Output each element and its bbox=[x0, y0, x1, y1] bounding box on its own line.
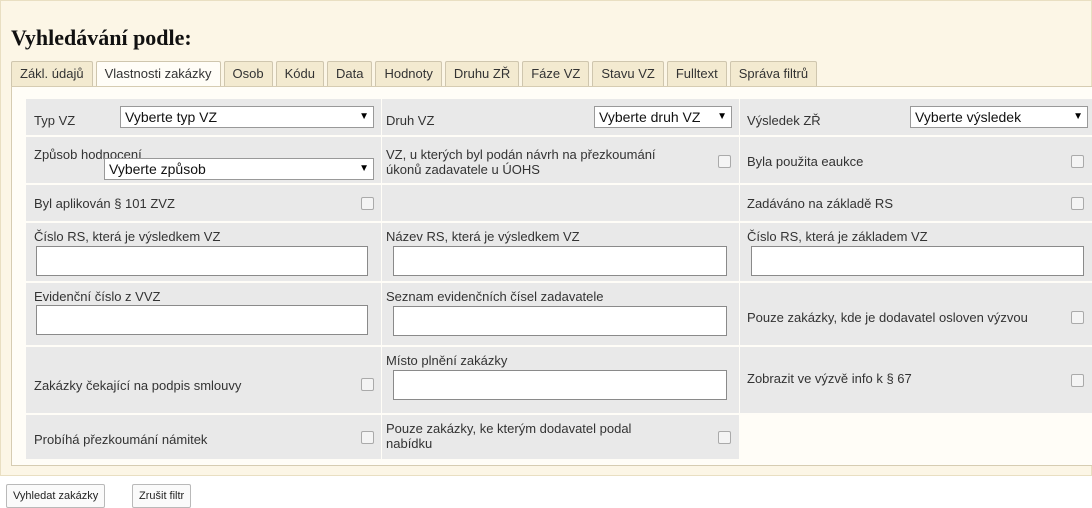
eaukce-label: Byla použita eaukce bbox=[747, 154, 864, 169]
cekajici-podpis-label: Zakázky čekající na podpis smlouvy bbox=[34, 378, 242, 393]
cislo-rs-vysledek-input[interactable] bbox=[36, 246, 368, 276]
osloven-vyzvou-checkbox[interactable] bbox=[1071, 311, 1084, 324]
chevron-down-icon: ▼ bbox=[717, 111, 727, 122]
misto-plneni-label: Místo plnění zakázky bbox=[386, 353, 508, 368]
zpusob-hodnoceni-select[interactable]: Vyberte způsob ▼ bbox=[104, 158, 374, 180]
tab-hodnoty[interactable]: Hodnoty bbox=[375, 61, 442, 87]
cekajici-podpis-checkbox[interactable] bbox=[361, 378, 374, 391]
typ-vz-label: Typ VZ bbox=[34, 113, 76, 128]
typ-vz-select[interactable]: Vyberte typ VZ ▼ bbox=[120, 106, 374, 128]
cislo-rs-zaklad-label: Číslo RS, která je základem VZ bbox=[747, 229, 928, 244]
prezkoumani-namitek-cell: Probíhá přezkoumání námitek bbox=[26, 415, 381, 459]
seznam-cisel-label: Seznam evidenčních čísel zadavatele bbox=[386, 289, 604, 304]
par101-checkbox[interactable] bbox=[361, 197, 374, 210]
druh-vz-cell: Druh VZ Vyberte druh VZ ▼ bbox=[382, 99, 739, 135]
cislo-rs-vysledek-label: Číslo RS, která je výsledkem VZ bbox=[34, 229, 221, 244]
cislo-rs-zaklad-cell: Číslo RS, která je základem VZ bbox=[740, 223, 1092, 281]
page-title: Vyhledávání podle: bbox=[11, 25, 192, 50]
seznam-cisel-input[interactable] bbox=[393, 306, 727, 336]
evidencni-cislo-input[interactable] bbox=[36, 305, 368, 335]
podal-nabidku-label: Pouze zakázky, ke kterým dodavatel podal… bbox=[386, 421, 632, 451]
tab-kodu[interactable]: Kódu bbox=[275, 61, 324, 87]
filter-tabs: Zákl. údajů Vlastnosti zakázky Osob Kódu… bbox=[11, 61, 818, 88]
empty-cell bbox=[382, 185, 739, 221]
search-form-container: Vyhledávání podle: Zákl. údajů Vlastnost… bbox=[0, 0, 1092, 476]
chevron-down-icon: ▼ bbox=[359, 163, 369, 174]
evidencni-cislo-cell: Evidenční číslo z VVZ bbox=[26, 283, 381, 345]
tab-druhu-zr[interactable]: Druhu ZŘ bbox=[444, 61, 520, 87]
info-67-label: Zobrazit ve výzvě info k § 67 bbox=[747, 371, 912, 386]
evidencni-cislo-label: Evidenční číslo z VVZ bbox=[34, 289, 161, 304]
chevron-down-icon: ▼ bbox=[1073, 111, 1083, 122]
info-67-cell: Zobrazit ve výzvě info k § 67 bbox=[740, 347, 1092, 413]
zaklad-rs-label: Zadáváno na základě RS bbox=[747, 196, 893, 211]
prezkoumani-namitek-label: Probíhá přezkoumání námitek bbox=[34, 432, 208, 447]
zaklad-rs-cell: Zadáváno na základě RS bbox=[740, 185, 1092, 221]
druh-vz-label: Druh VZ bbox=[386, 113, 435, 128]
vysledek-zr-label: Výsledek ZŘ bbox=[747, 113, 821, 128]
podal-nabidku-checkbox[interactable] bbox=[718, 431, 731, 444]
podal-nabidku-cell: Pouze zakázky, ke kterým dodavatel podal… bbox=[382, 415, 739, 459]
tab-vlastnosti-zakazky[interactable]: Vlastnosti zakázky bbox=[95, 61, 221, 88]
tab-fulltext[interactable]: Fulltext bbox=[666, 61, 727, 87]
misto-plneni-input[interactable] bbox=[393, 370, 727, 400]
eaukce-checkbox[interactable] bbox=[1071, 155, 1084, 168]
navrh-uohs-checkbox[interactable] bbox=[718, 155, 731, 168]
cislo-rs-zaklad-input[interactable] bbox=[751, 246, 1084, 276]
nazev-rs-vysledek-cell: Název RS, která je výsledkem VZ bbox=[382, 223, 739, 281]
tab-data[interactable]: Data bbox=[326, 61, 373, 87]
zpusob-hodnoceni-cell: Způsob hodnocení Vyberte způsob ▼ bbox=[26, 137, 381, 183]
nazev-rs-vysledek-input[interactable] bbox=[393, 246, 727, 276]
info-67-checkbox[interactable] bbox=[1071, 374, 1084, 387]
par101-cell: Byl aplikován § 101 ZVZ bbox=[26, 185, 381, 221]
navrh-uohs-label: VZ, u kterých byl podán návrh na přezkou… bbox=[386, 147, 656, 177]
misto-plneni-cell: Místo plnění zakázky bbox=[382, 347, 739, 413]
nazev-rs-vysledek-label: Název RS, která je výsledkem VZ bbox=[386, 229, 580, 244]
osloven-vyzvou-cell: Pouze zakázky, kde je dodavatel osloven … bbox=[740, 283, 1092, 345]
eaukce-cell: Byla použita eaukce bbox=[740, 137, 1092, 183]
druh-vz-select[interactable]: Vyberte druh VZ ▼ bbox=[594, 106, 732, 128]
typ-vz-cell: Typ VZ Vyberte typ VZ ▼ bbox=[26, 99, 381, 135]
tab-stavu-vz[interactable]: Stavu VZ bbox=[592, 61, 664, 87]
seznam-cisel-cell: Seznam evidenčních čísel zadavatele bbox=[382, 283, 739, 345]
prezkoumani-namitek-checkbox[interactable] bbox=[361, 431, 374, 444]
osloven-vyzvou-label: Pouze zakázky, kde je dodavatel osloven … bbox=[747, 310, 1028, 325]
cislo-rs-vysledek-cell: Číslo RS, která je výsledkem VZ bbox=[26, 223, 381, 281]
par101-label: Byl aplikován § 101 ZVZ bbox=[34, 196, 175, 211]
zaklad-rs-checkbox[interactable] bbox=[1071, 197, 1084, 210]
search-button[interactable]: Vyhledat zakázky bbox=[6, 484, 106, 508]
vysledek-zr-select[interactable]: Vyberte výsledek ▼ bbox=[910, 106, 1088, 128]
vysledek-zr-cell: Výsledek ZŘ Vyberte výsledek ▼ bbox=[740, 99, 1092, 135]
navrh-uohs-cell: VZ, u kterých byl podán návrh na přezkou… bbox=[382, 137, 739, 183]
tab-osob[interactable]: Osob bbox=[223, 61, 273, 87]
cekajici-podpis-cell: Zakázky čekající na podpis smlouvy bbox=[26, 347, 381, 413]
clear-filter-button[interactable]: Zrušit filtr bbox=[132, 484, 192, 508]
chevron-down-icon: ▼ bbox=[359, 111, 369, 122]
tab-zakl-udaju[interactable]: Zákl. údajů bbox=[11, 61, 93, 87]
tab-sprava-filtru[interactable]: Správa filtrů bbox=[729, 61, 818, 87]
tab-faze-vz[interactable]: Fáze VZ bbox=[522, 61, 590, 87]
filter-panel: Typ VZ Vyberte typ VZ ▼ Druh VZ Vyberte … bbox=[11, 86, 1092, 466]
